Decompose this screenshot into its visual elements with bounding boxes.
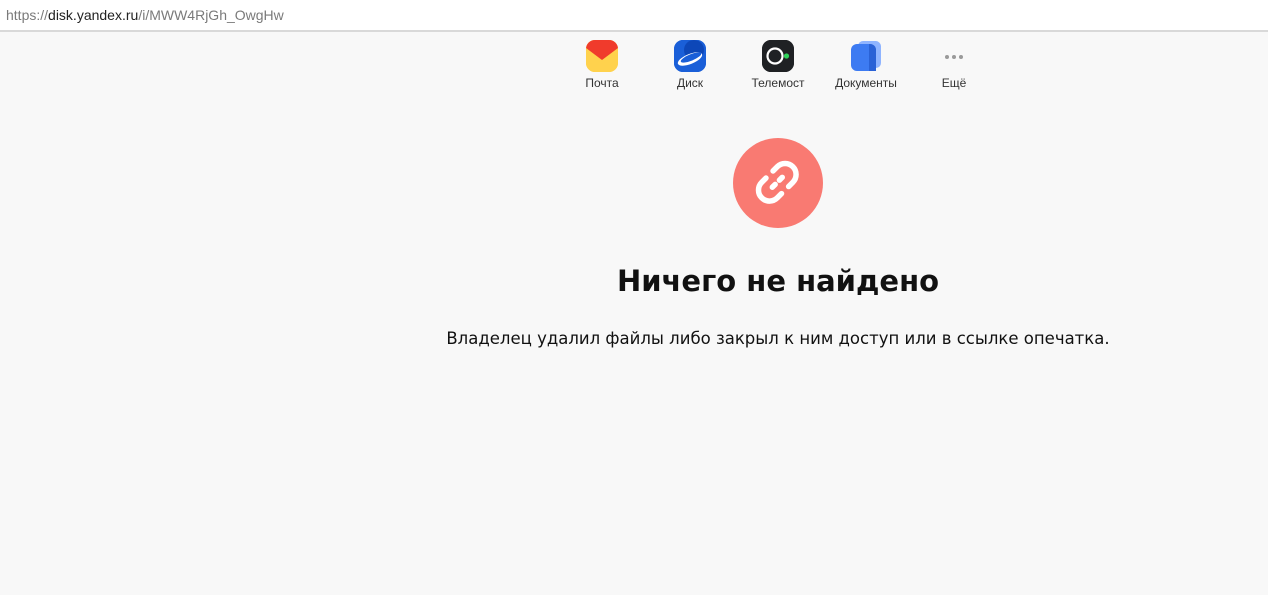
- service-telemost[interactable]: Телемост: [738, 40, 818, 90]
- service-telemost-label: Телемост: [751, 76, 805, 90]
- mail-icon: [586, 40, 618, 72]
- documents-icon: [850, 40, 882, 72]
- disk-icon: [674, 40, 706, 72]
- telemost-icon: [762, 40, 794, 72]
- service-documents[interactable]: Документы: [826, 40, 906, 90]
- service-documents-label: Документы: [835, 76, 897, 90]
- broken-link-icon: [733, 138, 823, 228]
- error-message: Владелец удалил файлы либо закрыл к ним …: [446, 329, 1110, 348]
- url-path: /i/MWW4RjGh_OwgHw: [138, 7, 284, 23]
- service-mail-label: Почта: [585, 76, 619, 90]
- address-bar[interactable]: https://disk.yandex.ru/i/MWW4RjGh_OwgHw: [0, 0, 1268, 32]
- service-disk-label: Диск: [676, 76, 704, 90]
- url-text[interactable]: https://disk.yandex.ru/i/MWW4RjGh_OwgHw: [6, 7, 284, 23]
- service-more[interactable]: Ещё: [914, 40, 994, 90]
- service-more-label: Ещё: [941, 76, 967, 90]
- more-dots-icon: [938, 40, 970, 72]
- service-mail[interactable]: Почта: [562, 40, 642, 90]
- page-title: Ничего не найдено: [616, 264, 940, 298]
- url-scheme: https://: [6, 7, 49, 23]
- url-host: disk.yandex.ru: [48, 7, 139, 23]
- service-disk[interactable]: Диск: [650, 40, 730, 90]
